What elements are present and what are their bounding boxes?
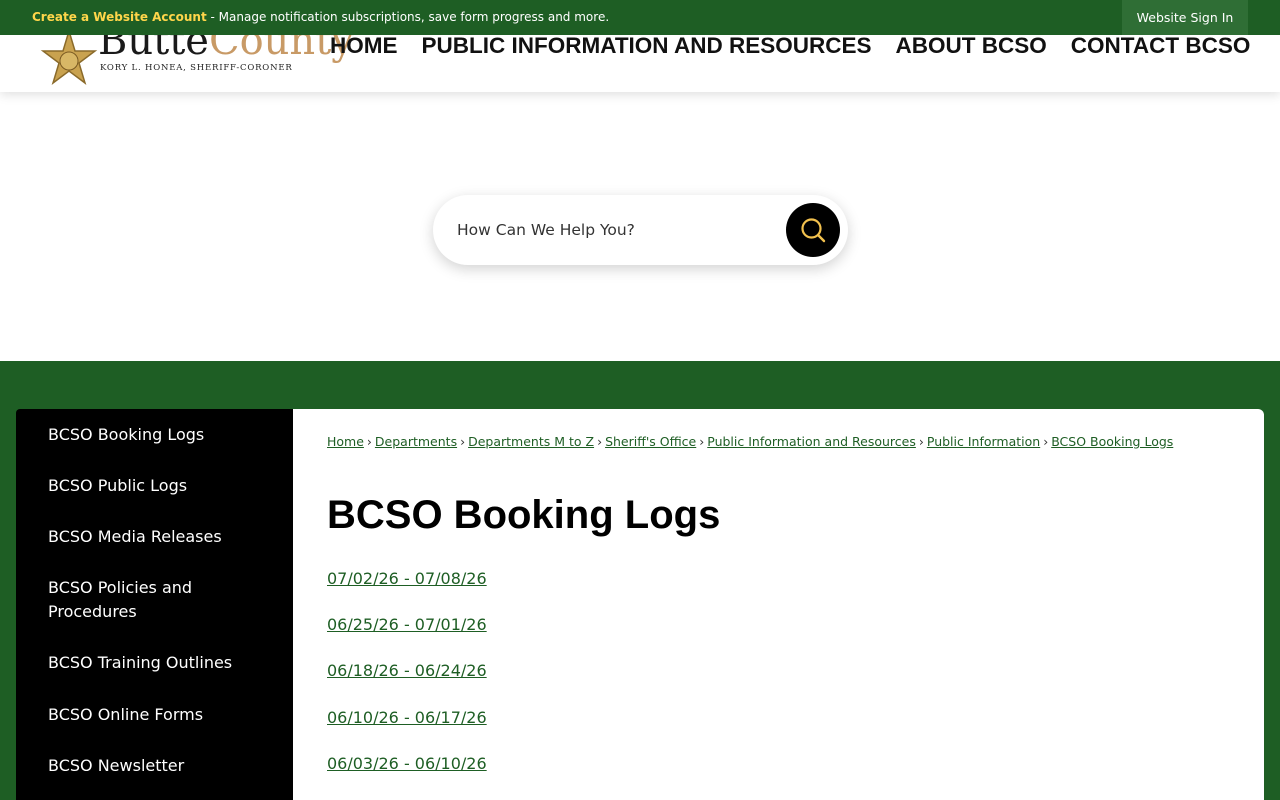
- logo-wordmark: ButteCounty: [98, 35, 354, 65]
- breadcrumb-sheriffs-office[interactable]: Sheriff's Office: [605, 434, 696, 449]
- notification-bar: Create a Website Account - Manage notifi…: [0, 0, 1280, 35]
- page-title: BCSO Booking Logs: [327, 493, 721, 537]
- breadcrumb-separator: ›: [597, 434, 603, 449]
- website-sign-in-button[interactable]: Website Sign In: [1122, 0, 1248, 35]
- booking-log-link[interactable]: 06/10/26 - 06/17/26: [327, 708, 487, 727]
- breadcrumb: Home › Departments › Departments M to Z › Sher…: [327, 434, 1173, 449]
- sidebar-item-training-outlines[interactable]: BCSO Training Outlines: [48, 651, 278, 675]
- nav-about-bcso[interactable]: ABOUT BCSO: [896, 35, 1047, 57]
- breadcrumb-public-information[interactable]: Public Information: [927, 434, 1040, 449]
- sidebar-item-public-logs[interactable]: BCSO Public Logs: [48, 474, 278, 498]
- site-logo[interactable]: ButteCounty KORY L. HONEA, SHERIFF-CORON…: [40, 35, 354, 92]
- notification-text: Create a Website Account - Manage notifi…: [32, 10, 609, 24]
- search-button[interactable]: [786, 203, 840, 257]
- create-account-link[interactable]: Create a Website Account: [32, 10, 207, 24]
- logo-tagline: KORY L. HONEA, SHERIFF-CORONER: [100, 63, 293, 73]
- booking-log-link[interactable]: 06/18/26 - 06/24/26: [327, 661, 487, 680]
- breadcrumb-booking-logs[interactable]: BCSO Booking Logs: [1051, 434, 1173, 449]
- site-header: ButteCounty KORY L. HONEA, SHERIFF-CORON…: [0, 35, 1280, 92]
- sidebar-nav: BCSO Booking Logs BCSO Public Logs BCSO …: [16, 409, 293, 800]
- sidebar-item-media-releases[interactable]: BCSO Media Releases: [48, 525, 278, 549]
- sidebar-item-newsletter[interactable]: BCSO Newsletter: [48, 754, 278, 778]
- breadcrumb-public-info-resources[interactable]: Public Information and Resources: [707, 434, 916, 449]
- breadcrumb-departments[interactable]: Departments: [375, 434, 457, 449]
- booking-log-link[interactable]: 07/02/26 - 07/08/26: [327, 569, 487, 588]
- booking-log-link[interactable]: 06/25/26 - 07/01/26: [327, 615, 487, 634]
- nav-home[interactable]: HOME: [330, 35, 398, 57]
- sidebar-item-policies-procedures[interactable]: BCSO Policies and Procedures: [48, 576, 278, 624]
- search-icon: [801, 218, 826, 243]
- breadcrumb-departments-m-to-z[interactable]: Departments M to Z: [468, 434, 594, 449]
- main-nav: HOME PUBLIC INFORMATION AND RESOURCES AB…: [330, 35, 1274, 57]
- breadcrumb-separator: ›: [918, 434, 924, 449]
- nav-public-information[interactable]: PUBLIC INFORMATION AND RESOURCES: [422, 35, 872, 57]
- sidebar-item-booking-logs[interactable]: BCSO Booking Logs: [48, 423, 278, 447]
- nav-contact-bcso[interactable]: CONTACT BCSO: [1071, 35, 1251, 57]
- booking-log-link[interactable]: 06/03/26 - 06/10/26: [327, 754, 487, 773]
- breadcrumb-home[interactable]: Home: [327, 434, 364, 449]
- breadcrumb-separator: ›: [366, 434, 372, 449]
- sidebar-item-online-forms[interactable]: BCSO Online Forms: [48, 703, 278, 727]
- breadcrumb-separator: ›: [1043, 434, 1049, 449]
- main-content: Home › Departments › Departments M to Z › Sher…: [293, 409, 1264, 800]
- breadcrumb-separator: ›: [460, 434, 466, 449]
- star-badge-icon: [40, 35, 98, 85]
- create-account-description: - Manage notification subscriptions, sav…: [206, 10, 610, 24]
- breadcrumb-separator: ›: [699, 434, 705, 449]
- search-input[interactable]: [457, 215, 787, 245]
- logo-word-butte: Butte: [98, 35, 209, 64]
- site-search: [433, 195, 848, 265]
